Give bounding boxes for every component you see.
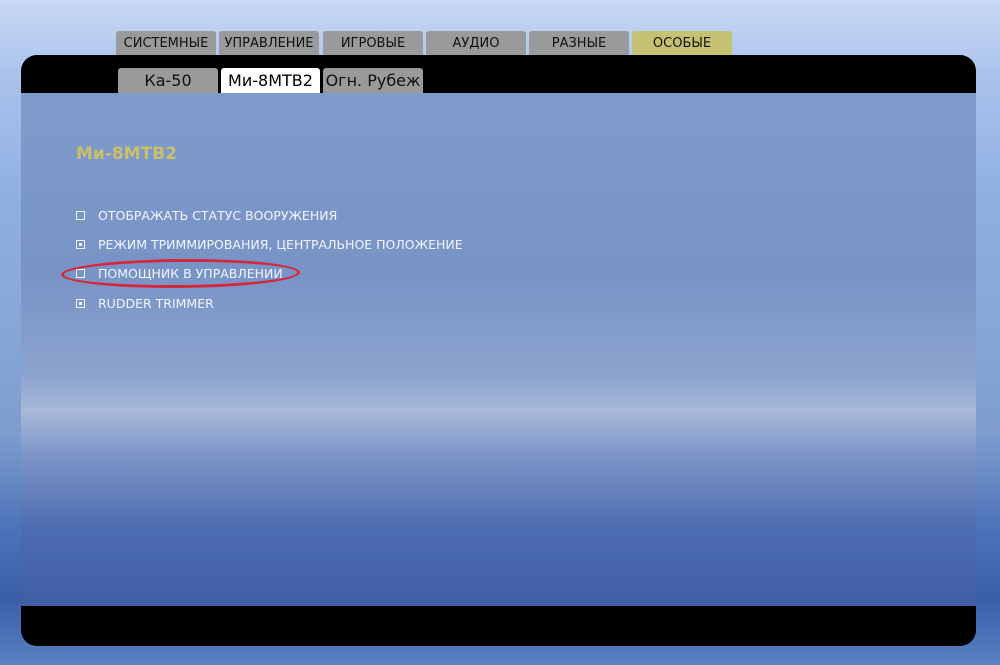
control-helper-checkbox[interactable]	[76, 269, 85, 278]
rudder-trimmer-checkbox[interactable]	[76, 299, 85, 308]
tab-mi8mtv2[interactable]: Ми-8МТВ2	[221, 68, 320, 93]
tab-combined-arms[interactable]: Огн. Рубеж	[323, 68, 423, 93]
tab-special[interactable]: ОСОБЫЕ	[632, 31, 732, 56]
tab-gameplay[interactable]: ИГРОВЫЕ	[323, 31, 423, 56]
option-label: РЕЖИМ ТРИММИРОВАНИЯ, ЦЕНТРАЛЬНОЕ ПОЛОЖЕН…	[98, 237, 463, 252]
trim-mode-checkbox[interactable]	[76, 240, 85, 249]
weapon-status-checkbox[interactable]	[76, 211, 85, 220]
panel-header-bar: Ка-50 Ми-8МТВ2 Огн. Рубеж	[21, 55, 976, 93]
tab-ka50[interactable]: Ка-50	[118, 68, 218, 93]
option-label: RUDDER TRIMMER	[98, 296, 214, 311]
panel-footer-bar	[21, 606, 976, 646]
tab-audio[interactable]: АУДИО	[426, 31, 526, 56]
option-label: ПОМОЩНИК В УПРАВЛЕНИИ	[98, 266, 283, 281]
tab-system[interactable]: СИСТЕМНЫЕ	[116, 31, 216, 56]
panel-content	[21, 93, 976, 606]
tab-controls[interactable]: УПРАВЛЕНИЕ	[219, 31, 319, 56]
tab-misc[interactable]: РАЗНЫЕ	[529, 31, 629, 56]
page-title: Ми-8МТВ2	[76, 144, 178, 164]
option-label: ОТОБРАЖАТЬ СТАТУС ВООРУЖЕНИЯ	[98, 208, 338, 223]
